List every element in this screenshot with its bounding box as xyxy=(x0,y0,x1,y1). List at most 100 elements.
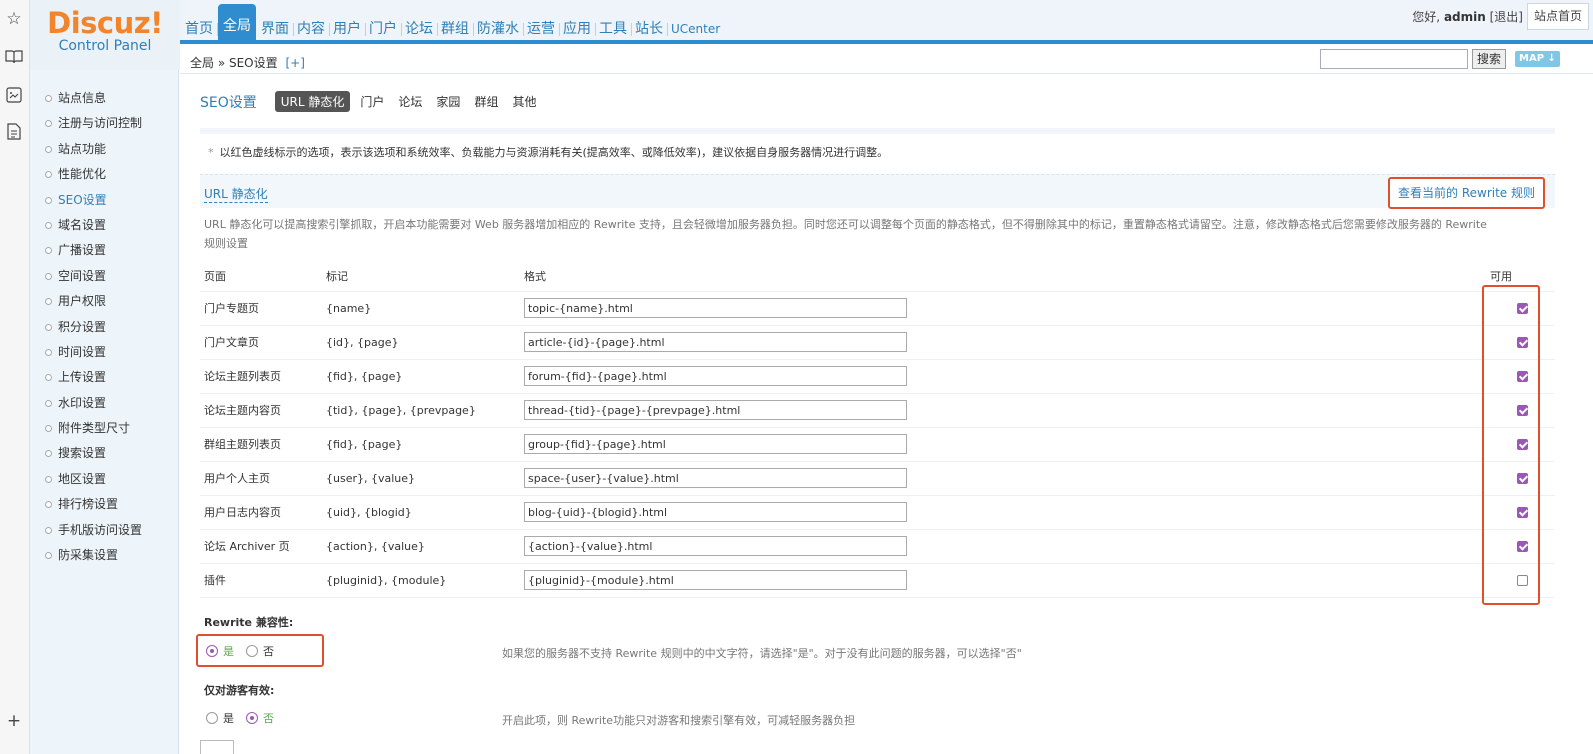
nav-antispam[interactable]: 防灌水 xyxy=(474,14,524,44)
submit-button[interactable] xyxy=(200,740,234,754)
sidebar-item-performance[interactable]: 性能优化 xyxy=(30,162,178,187)
book-icon[interactable] xyxy=(3,46,25,68)
tab-group[interactable]: 群组 xyxy=(474,93,498,110)
cell-page: 门户专题页 xyxy=(200,291,322,326)
format-input[interactable] xyxy=(524,434,907,454)
sidebar-item-space[interactable]: 空间设置 xyxy=(30,264,178,289)
screenshot-icon[interactable] xyxy=(3,84,25,106)
format-input[interactable] xyxy=(524,536,907,556)
add-shortcut-link[interactable]: [+] xyxy=(285,56,304,70)
rewrite-compat-yes-radio[interactable] xyxy=(206,645,218,657)
tab-url-static[interactable]: URL 静态化 xyxy=(274,91,351,112)
sidebar-item-upload[interactable]: 上传设置 xyxy=(30,365,178,390)
cell-format xyxy=(520,529,1490,564)
cell-page: 群组主题列表页 xyxy=(200,427,322,462)
table-row: 门户文章页 {id}, {page} xyxy=(200,325,1555,360)
plus-icon[interactable]: + xyxy=(3,710,25,732)
sidebar-item-ranking[interactable]: 排行榜设置 xyxy=(30,492,178,517)
tab-forum[interactable]: 论坛 xyxy=(398,93,422,110)
tip-text: * 以红色虚线标示的选项，表示该选项和系统效率、负载能力与资源消耗有关(提高效率、… xyxy=(208,144,888,160)
rewrite-compat-yes-label[interactable]: 是 xyxy=(223,643,234,659)
nav-tools[interactable]: 工具 xyxy=(596,14,632,44)
nav-content[interactable]: 内容 xyxy=(294,14,330,44)
nav-apps[interactable]: 应用 xyxy=(560,14,596,44)
table-row: 用户个人主页 {user}, {value} xyxy=(200,461,1555,496)
format-input[interactable] xyxy=(524,400,907,420)
tab-bar: SEO设置 URL 静态化 门户 论坛 家园 群组 其他 xyxy=(200,91,550,112)
nav-ucenter[interactable]: UCenter xyxy=(668,14,723,44)
cell-mark: {uid}, {blogid} xyxy=(322,495,520,530)
logo-text: Discuz! xyxy=(47,6,163,40)
format-input[interactable] xyxy=(524,332,907,352)
nav-group[interactable]: 群组 xyxy=(438,14,474,44)
user-info: 您好, admin [退出] xyxy=(1412,8,1523,25)
breadcrumb-text: 全局 » SEO设置 xyxy=(190,56,278,70)
map-button[interactable]: MAP ↓ xyxy=(1515,51,1560,67)
nav-webmaster[interactable]: 站长 xyxy=(632,14,668,44)
sidebar-item-seo[interactable]: SEO设置 xyxy=(30,188,178,213)
nav-forum[interactable]: 论坛 xyxy=(402,14,438,44)
table-row: 论坛主题内容页 {tid}, {page}, {prevpage} xyxy=(200,393,1555,428)
format-input[interactable] xyxy=(524,298,907,318)
format-input[interactable] xyxy=(524,570,907,590)
guest-only-no-label[interactable]: 否 xyxy=(263,710,274,726)
sidebar-item-attachment-size[interactable]: 附件类型尺寸 xyxy=(30,416,178,441)
table-row: 插件 {pluginid}, {module} xyxy=(200,563,1555,598)
main-nav: 首页 全局 界面 内容 用户 门户 论坛 群组 防灌水 运营 应用 工具 站长 … xyxy=(182,0,725,44)
top-header: Discuz! Control Panel 首页 全局 界面 内容 用户 门户 … xyxy=(30,0,1593,70)
guest-only-no-radio[interactable] xyxy=(246,712,258,724)
cell-mark: {fid}, {page} xyxy=(322,359,520,394)
format-input[interactable] xyxy=(524,468,907,488)
sidebar-item-watermark[interactable]: 水印设置 xyxy=(30,391,178,416)
sidebar-item-time[interactable]: 时间设置 xyxy=(30,340,178,365)
table-row: 门户专题页 {name} xyxy=(200,291,1555,326)
cell-format xyxy=(520,325,1490,360)
logout-link[interactable]: [退出] xyxy=(1490,10,1523,24)
nav-interface[interactable]: 界面 xyxy=(258,14,294,44)
sidebar-item-broadcast[interactable]: 广播设置 xyxy=(30,238,178,263)
view-rewrite-rules-link[interactable]: 查看当前的 Rewrite 规则 xyxy=(1388,177,1545,209)
cell-mark: {fid}, {page} xyxy=(322,427,520,462)
guest-only-desc: 开启此项，则 Rewrite功能只对游客和搜索引擎有效，可减轻服务器负担 xyxy=(502,714,856,727)
search-input[interactable] xyxy=(1320,49,1468,69)
star-icon[interactable]: ☆ xyxy=(3,8,25,30)
site-home-button[interactable]: 站点首页 xyxy=(1526,3,1589,30)
column-header-page: 页面 xyxy=(200,261,322,292)
page-title: SEO设置 xyxy=(200,94,257,111)
nav-home[interactable]: 首页 xyxy=(182,14,218,44)
sidebar-item-anti-scrape[interactable]: 防采集设置 xyxy=(30,543,178,568)
section-title[interactable]: URL 静态化 xyxy=(204,185,268,203)
sidebar-item-search[interactable]: 搜索设置 xyxy=(30,441,178,466)
tab-other[interactable]: 其他 xyxy=(512,93,536,110)
rewrite-rules-table: 页面 标记 格式 可用 门户专题页{name}门户文章页{id}, {page}… xyxy=(200,261,1555,598)
nav-operation[interactable]: 运营 xyxy=(524,14,560,44)
rewrite-compat-no-radio[interactable] xyxy=(246,645,258,657)
cell-mark: {tid}, {page}, {prevpage} xyxy=(322,393,520,428)
sidebar-item-user-permissions[interactable]: 用户权限 xyxy=(30,289,178,314)
table-row: 用户日志内容页 {uid}, {blogid} xyxy=(200,495,1555,530)
nav-users[interactable]: 用户 xyxy=(330,14,366,44)
logo[interactable]: Discuz! Control Panel xyxy=(30,0,180,70)
sidebar-item-domain[interactable]: 域名设置 xyxy=(30,213,178,238)
format-input[interactable] xyxy=(524,366,907,386)
cell-page: 门户文章页 xyxy=(200,325,322,360)
sidebar-item-site-features[interactable]: 站点功能 xyxy=(30,137,178,162)
cell-format xyxy=(520,359,1490,394)
sidebar-item-region[interactable]: 地区设置 xyxy=(30,467,178,492)
tab-home[interactable]: 家园 xyxy=(436,93,460,110)
format-input[interactable] xyxy=(524,502,907,522)
section-header: URL 静态化 查看当前的 Rewrite 规则 xyxy=(200,174,1555,209)
nav-global[interactable]: 全局 xyxy=(218,4,256,44)
rewrite-compat-no-label[interactable]: 否 xyxy=(263,643,274,659)
search-button[interactable]: 搜索 xyxy=(1472,49,1507,69)
sidebar-item-mobile[interactable]: 手机版访问设置 xyxy=(30,518,178,543)
guest-only-yes-label[interactable]: 是 xyxy=(223,710,234,726)
sidebar-item-credits[interactable]: 积分设置 xyxy=(30,315,178,340)
tab-portal[interactable]: 门户 xyxy=(360,93,384,110)
note-icon[interactable] xyxy=(3,120,25,142)
sidebar-item-site-info[interactable]: 站点信息 xyxy=(30,86,178,111)
sidebar-item-register-access[interactable]: 注册与访问控制 xyxy=(30,111,178,136)
nav-portal[interactable]: 门户 xyxy=(366,14,402,44)
guest-only-yes-radio[interactable] xyxy=(206,712,218,724)
cell-page: 插件 xyxy=(200,563,322,598)
